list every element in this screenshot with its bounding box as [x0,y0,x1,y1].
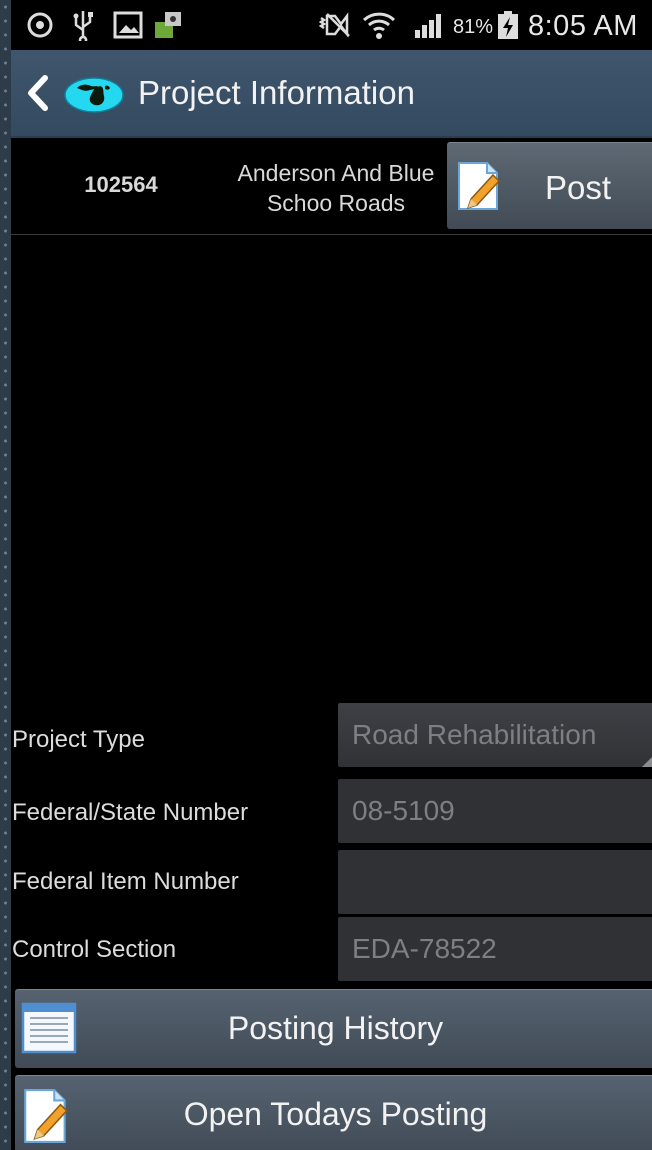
project-type-value: Road Rehabilitation [352,719,597,750]
federal-state-number-label: Federal/State Number [12,799,249,826]
control-section-value: EDA-78522 [352,933,497,964]
federal-item-number-label: Federal Item Number [12,868,239,895]
action-bar: Project Information [11,50,652,138]
gallery-icon [113,8,143,42]
project-name: Anderson And Blue Schoo Roads [237,160,435,216]
phone-frame-edge [0,0,11,1150]
project-header-row: 102564 Anderson And Blue Schoo Roads Pos… [11,138,652,235]
sync-icon [25,8,55,42]
form-row-control-section: Control Section EDA-78522 [11,917,652,985]
project-type-label: Project Type [12,726,145,753]
form-row-federal-state-number: Federal/State Number 08-5109 [11,779,652,849]
control-section-label: Control Section [12,936,177,963]
post-button-label: Post [545,169,612,206]
form-row-project-type: Project Type Road Rehabilitation [11,695,652,779]
michigan-globe-logo[interactable] [63,76,125,114]
app-update-icon [153,8,185,42]
project-number: 102564 [84,172,158,197]
form-row-federal-item-number: Federal Item Number [11,849,652,917]
project-type-select[interactable]: Road Rehabilitation [338,703,652,767]
signal-icon [413,8,447,42]
open-todays-posting-label: Open Todays Posting [183,1096,488,1132]
control-section-field[interactable]: EDA-78522 [338,917,652,981]
posting-history-label: Posting History [227,1010,444,1046]
mute-icon [315,8,353,42]
battery-percent: 81% [453,16,494,38]
wifi-icon [361,8,397,42]
screen-title: Project Information [138,74,415,111]
usb-icon [71,8,95,42]
dropdown-corner-icon [642,751,652,767]
app-screen: 81% 8:05 AM Project Information 102564 A… [11,0,652,1150]
status-bar: 81% 8:05 AM [11,0,652,50]
post-button[interactable]: Post [447,142,652,229]
posting-history-button[interactable]: Posting History [15,989,652,1068]
federal-state-number-field[interactable]: 08-5109 [338,779,652,843]
battery-charging-icon [497,8,519,42]
federal-state-number-value: 08-5109 [352,795,455,826]
clock: 8:05 AM [528,10,638,42]
federal-item-number-field[interactable] [338,850,652,914]
open-todays-posting-button[interactable]: Open Todays Posting [15,1075,652,1150]
chevron-left-icon[interactable] [23,72,53,114]
edit-document-icon [455,161,505,216]
